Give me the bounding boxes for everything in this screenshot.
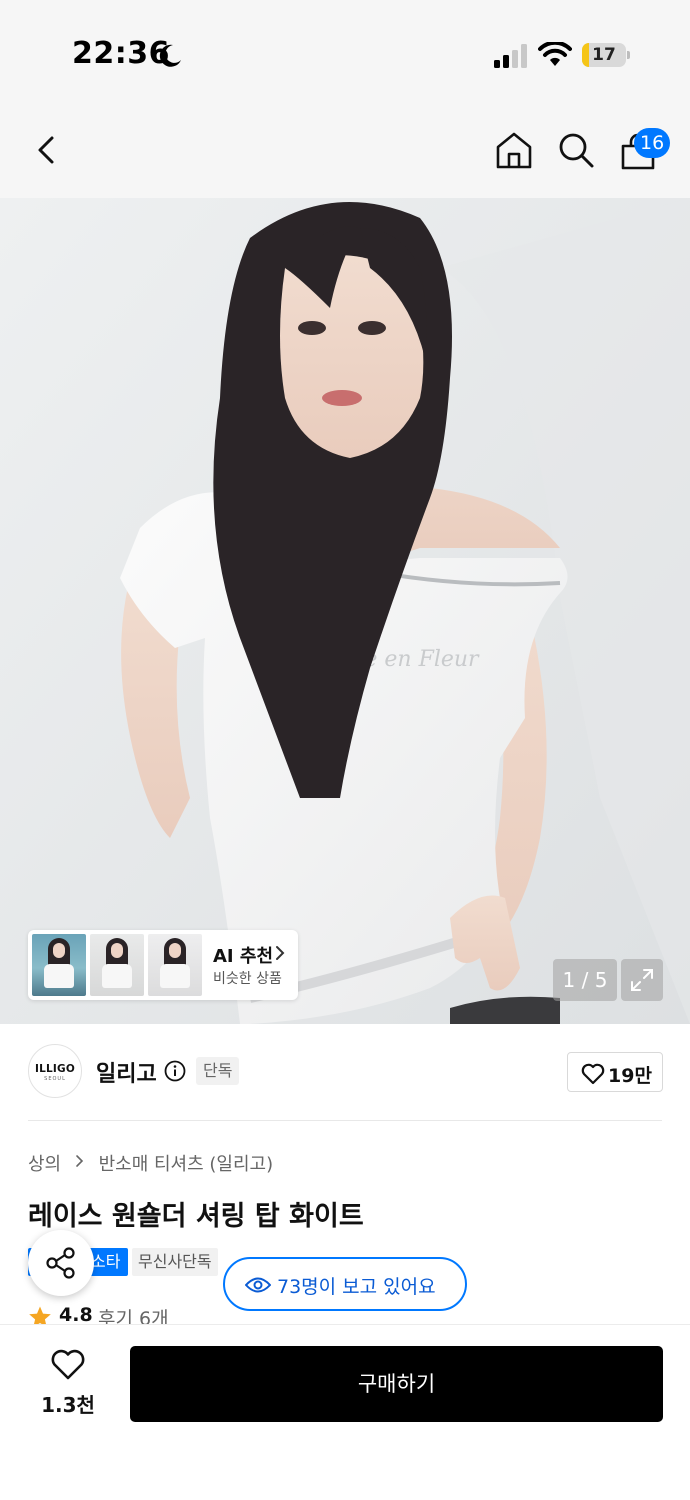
share-button[interactable]: [28, 1230, 94, 1296]
bottom-action-bar: 1.3천 구매하기: [0, 1324, 690, 1500]
chevron-right-icon: [76, 1155, 83, 1167]
like-brand-button[interactable]: 19만: [567, 1052, 663, 1092]
battery-icon: 17: [582, 43, 630, 67]
eye-icon: [245, 1277, 271, 1293]
search-icon[interactable]: [556, 130, 596, 170]
ai-recommend-subtitle: 비슷한 상품: [213, 971, 282, 987]
ai-thumbnail: [32, 934, 86, 996]
ai-thumbnail: [148, 934, 202, 996]
product-title: 레이스 원숄더 셔링 탑 화이트: [28, 1201, 364, 1232]
status-bar: 22:36 17: [0, 0, 690, 100]
breadcrumb-subcategory[interactable]: 반소매 티셔츠 (일리고): [99, 1150, 274, 1176]
buy-button[interactable]: 구매하기: [130, 1346, 663, 1422]
exclusive-badge: 무신사단독: [132, 1248, 218, 1276]
breadcrumb: 상의 반소매 티셔츠 (일리고): [28, 1150, 273, 1176]
expand-image-button[interactable]: [621, 959, 663, 1001]
moon-icon: [159, 44, 181, 67]
image-page-counter: 1 / 5: [553, 959, 617, 1001]
exclusive-tag: 단독: [196, 1057, 240, 1085]
info-icon[interactable]: [164, 1060, 186, 1082]
expand-icon: [631, 969, 653, 991]
product-photo: Fille en Fleur: [0, 198, 690, 1024]
brand-logo[interactable]: ILLIGO SEOUL: [28, 1044, 82, 1098]
share-icon: [46, 1247, 75, 1279]
back-icon[interactable]: [30, 130, 66, 170]
product-image-carousel[interactable]: Fille en Fleur 1 / 5: [0, 198, 690, 1024]
battery-level: 17: [592, 45, 616, 65]
chevron-right-icon: [276, 946, 285, 960]
brand-logo-text: ILLIGO: [35, 1063, 75, 1075]
home-icon[interactable]: [494, 130, 534, 170]
top-navigation: 16: [0, 100, 690, 198]
heart-icon: [581, 1063, 605, 1085]
brand-logo-subtext: SEOUL: [44, 1076, 66, 1082]
status-time: 22:36: [72, 36, 170, 71]
rating-value: 4.8: [59, 1304, 93, 1326]
divider: [28, 1120, 662, 1121]
breadcrumb-category[interactable]: 상의: [28, 1150, 61, 1176]
brand-like-count: 19만: [608, 1065, 652, 1087]
heart-icon: [51, 1349, 85, 1380]
wishlist-button[interactable]: 1.3천: [28, 1345, 108, 1425]
wishlist-count: 1.3천: [41, 1393, 95, 1417]
wifi-icon: [538, 42, 572, 66]
cellular-signal-icon: [494, 44, 527, 68]
ai-recommend-card[interactable]: AI 추천 비슷한 상품: [28, 930, 298, 1000]
battery-body: 17: [582, 43, 626, 67]
brand-name[interactable]: 일리고: [96, 1056, 157, 1088]
brand-row: ILLIGO SEOUL 일리고 단독 19만: [0, 1024, 690, 1120]
battery-tip: [627, 51, 630, 59]
cart-count-badge[interactable]: 16: [634, 128, 671, 158]
ai-thumbnail: [90, 934, 144, 996]
live-viewers-text: 73명이 보고 있어요: [277, 1276, 436, 1298]
ai-recommend-title: AI 추천: [213, 946, 274, 967]
